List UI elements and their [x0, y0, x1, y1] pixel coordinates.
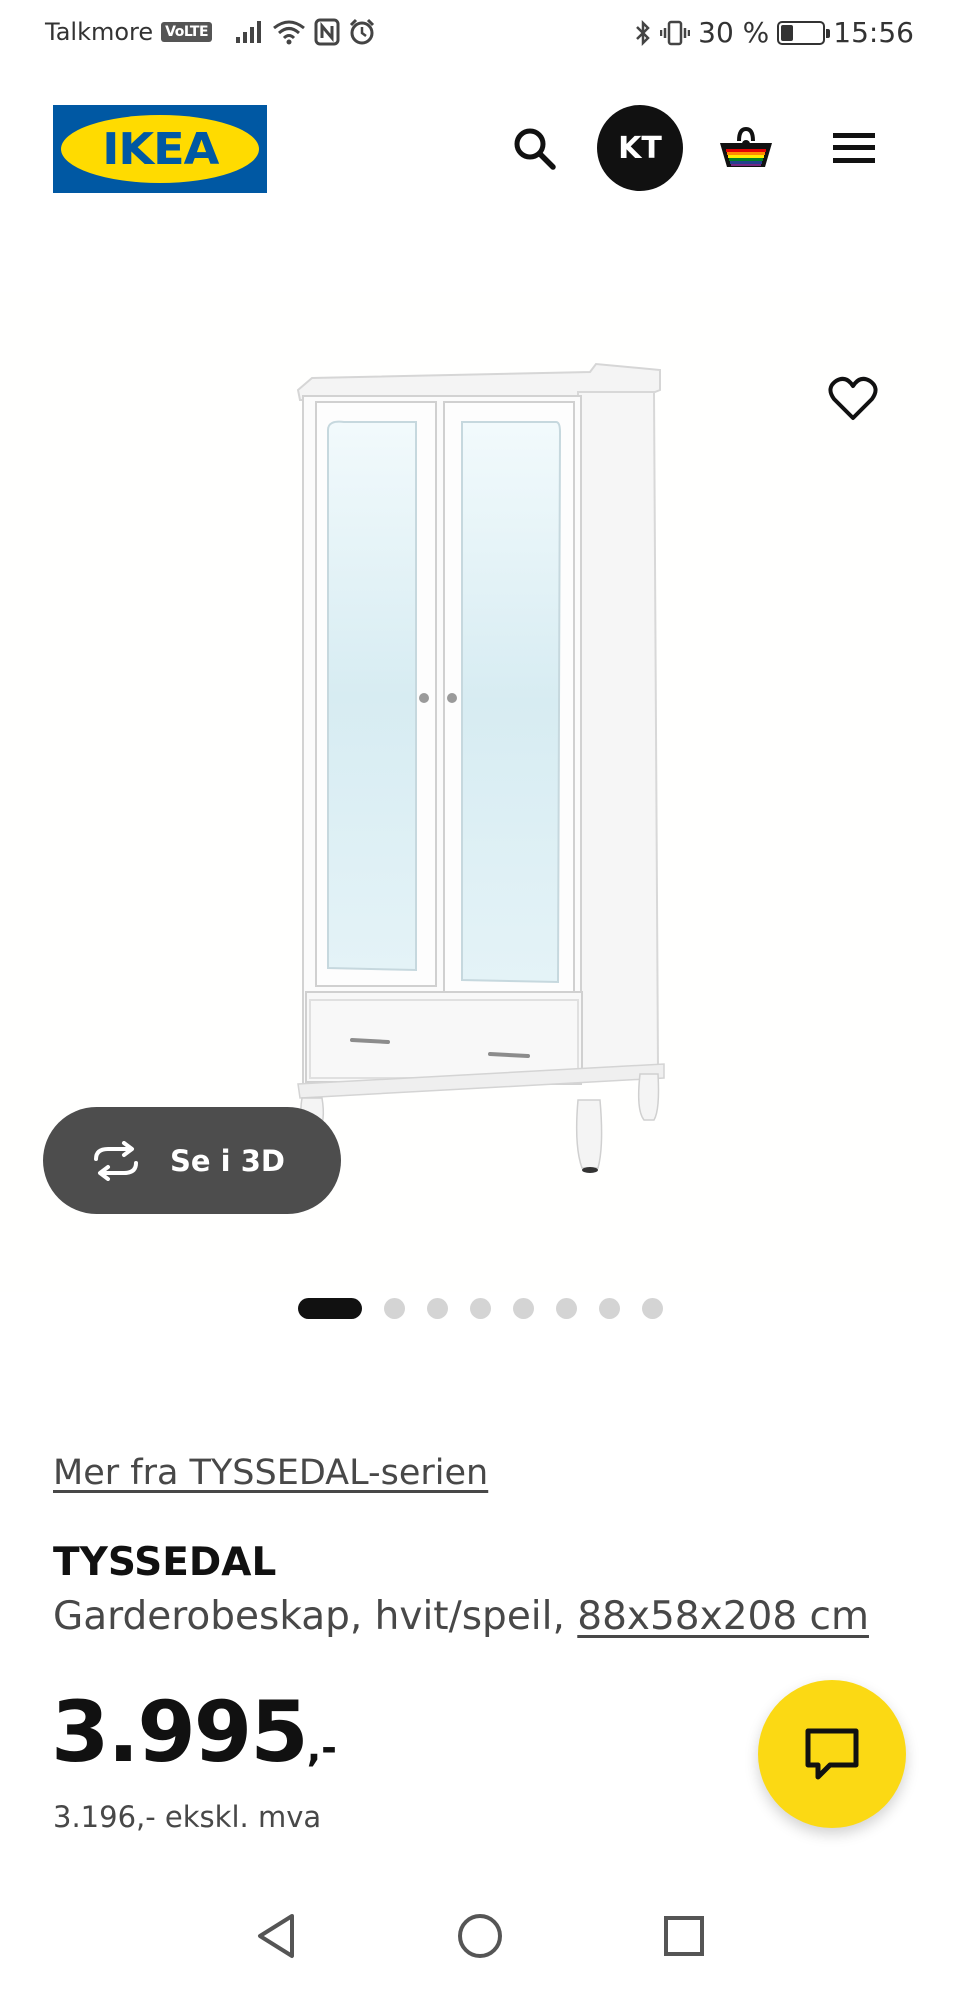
user-avatar-button[interactable]: KT [597, 105, 683, 191]
clock: 15:56 [833, 16, 914, 49]
price-suffix: ,- [306, 1726, 337, 1770]
volte-badge: VoLTE [161, 22, 213, 42]
product-name: TYSSEDAL [53, 1540, 277, 1585]
menu-button[interactable] [811, 105, 897, 191]
menu-icon [833, 133, 875, 163]
nav-back-button[interactable] [244, 1904, 308, 1968]
gallery-dot[interactable] [599, 1298, 620, 1319]
rotate-3d-icon [94, 1140, 138, 1181]
dimensions-link[interactable]: 88x58x208 cm [577, 1594, 869, 1639]
status-right: 30 % 15:56 [634, 16, 914, 49]
avatar-initials: KT [618, 130, 662, 166]
signal-icon [236, 21, 262, 43]
ikea-logo[interactable]: IKEA ® [53, 105, 267, 193]
alarm-icon [349, 18, 375, 45]
nav-recents-button[interactable] [652, 1904, 716, 1968]
vibrate-icon [660, 20, 691, 45]
status-left: Talkmore VoLTE [45, 18, 376, 46]
cart-icon [720, 126, 772, 167]
cart-button[interactable] [703, 105, 789, 191]
gallery-dot[interactable] [513, 1298, 534, 1319]
price-main: 3.995 [51, 1683, 309, 1781]
product-type: Garderobeskap, hvit/speil, [53, 1594, 578, 1639]
system-nav-bar [0, 1880, 960, 1991]
favorite-button[interactable] [812, 358, 894, 440]
logo-text: IKEA [101, 123, 219, 175]
site-header: IKEA ® KT [0, 90, 960, 210]
nav-home-button[interactable] [448, 1904, 512, 1968]
chat-icon [805, 1728, 859, 1780]
product-price: 3.995,- [51, 1683, 337, 1781]
heart-icon [828, 376, 878, 420]
see-in-3d-button[interactable]: Se i 3D [43, 1107, 341, 1214]
logo-ellipse: IKEA [61, 115, 259, 183]
gallery-dot[interactable] [642, 1298, 663, 1319]
status-bar: Talkmore VoLTE 30 % 15:56 [0, 0, 960, 72]
carrier-name: Talkmore [45, 18, 154, 46]
see-in-3d-label: Se i 3D [170, 1143, 285, 1178]
gallery-dot[interactable] [427, 1298, 448, 1319]
home-circle-icon [458, 1914, 502, 1958]
battery-icon [777, 20, 831, 45]
nfc-icon [314, 18, 340, 46]
search-button[interactable] [491, 105, 577, 191]
bluetooth-icon [636, 19, 650, 46]
registered-mark: ® [255, 119, 265, 130]
gallery-pagination [298, 1298, 663, 1319]
gallery-dot[interactable] [298, 1298, 362, 1319]
product-description: Garderobeskap, hvit/speil, 88x58x208 cm [53, 1594, 869, 1639]
series-link[interactable]: Mer fra TYSSEDAL-serien [53, 1453, 488, 1493]
gallery-dot[interactable] [470, 1298, 491, 1319]
battery-level-fill [781, 24, 794, 41]
price-excl-vat: 3.196,- ekskl. mva [53, 1800, 322, 1834]
gallery-dot[interactable] [384, 1298, 405, 1319]
search-icon [514, 128, 556, 170]
chat-button[interactable] [758, 1680, 906, 1828]
battery-percent: 30 % [698, 16, 770, 49]
back-triangle-icon [258, 1914, 294, 1958]
wifi-icon [273, 20, 305, 45]
recents-square-icon [664, 1916, 704, 1956]
gallery-dot[interactable] [556, 1298, 577, 1319]
